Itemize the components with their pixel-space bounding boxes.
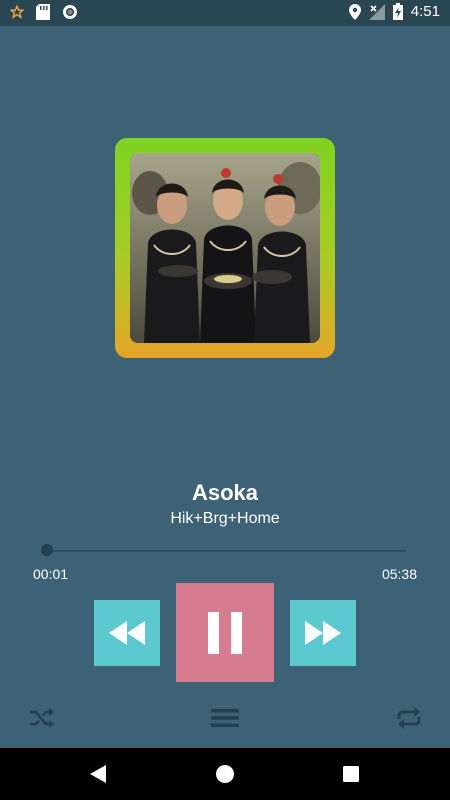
no-signal-icon bbox=[368, 3, 385, 20]
shuffle-icon bbox=[30, 708, 54, 728]
location-icon bbox=[348, 3, 361, 20]
playlist-button[interactable] bbox=[210, 704, 240, 732]
status-bar: 4:51 bbox=[0, 0, 450, 26]
seek-bar[interactable] bbox=[41, 544, 406, 556]
status-right-icons: 4:51 bbox=[348, 3, 440, 20]
rewind-icon bbox=[109, 621, 145, 645]
track-artist: Hik+Brg+Home bbox=[170, 510, 280, 527]
shuffle-button[interactable] bbox=[27, 704, 57, 732]
status-left-icons bbox=[10, 4, 78, 20]
current-time: 00:01 bbox=[33, 566, 69, 582]
status-time: 4:51 bbox=[410, 3, 440, 20]
home-button[interactable] bbox=[213, 762, 237, 786]
playlist-icon bbox=[211, 709, 239, 727]
seek-bar-thumb[interactable] bbox=[41, 544, 54, 556]
pause-button[interactable] bbox=[176, 583, 274, 682]
track-title: Asoka bbox=[191, 480, 259, 505]
album-art-frame bbox=[115, 138, 335, 358]
back-button[interactable] bbox=[86, 762, 110, 786]
rewind-button[interactable] bbox=[94, 600, 160, 666]
pause-icon bbox=[208, 611, 242, 654]
repeat-button[interactable] bbox=[394, 704, 424, 732]
repeat-icon bbox=[397, 707, 421, 729]
star-icon bbox=[10, 5, 24, 19]
recents-icon bbox=[343, 766, 359, 782]
home-icon bbox=[216, 765, 234, 783]
battery-charging-icon bbox=[392, 3, 403, 20]
album-art bbox=[130, 153, 320, 343]
recents-button[interactable] bbox=[339, 762, 363, 786]
sd-card-icon bbox=[36, 4, 50, 20]
navigation-bar bbox=[0, 748, 450, 800]
back-icon bbox=[90, 765, 106, 783]
circle-record-icon bbox=[63, 5, 77, 19]
fast-forward-icon bbox=[305, 621, 341, 645]
fast-forward-button[interactable] bbox=[290, 600, 356, 666]
total-time: 05:38 bbox=[381, 566, 417, 582]
